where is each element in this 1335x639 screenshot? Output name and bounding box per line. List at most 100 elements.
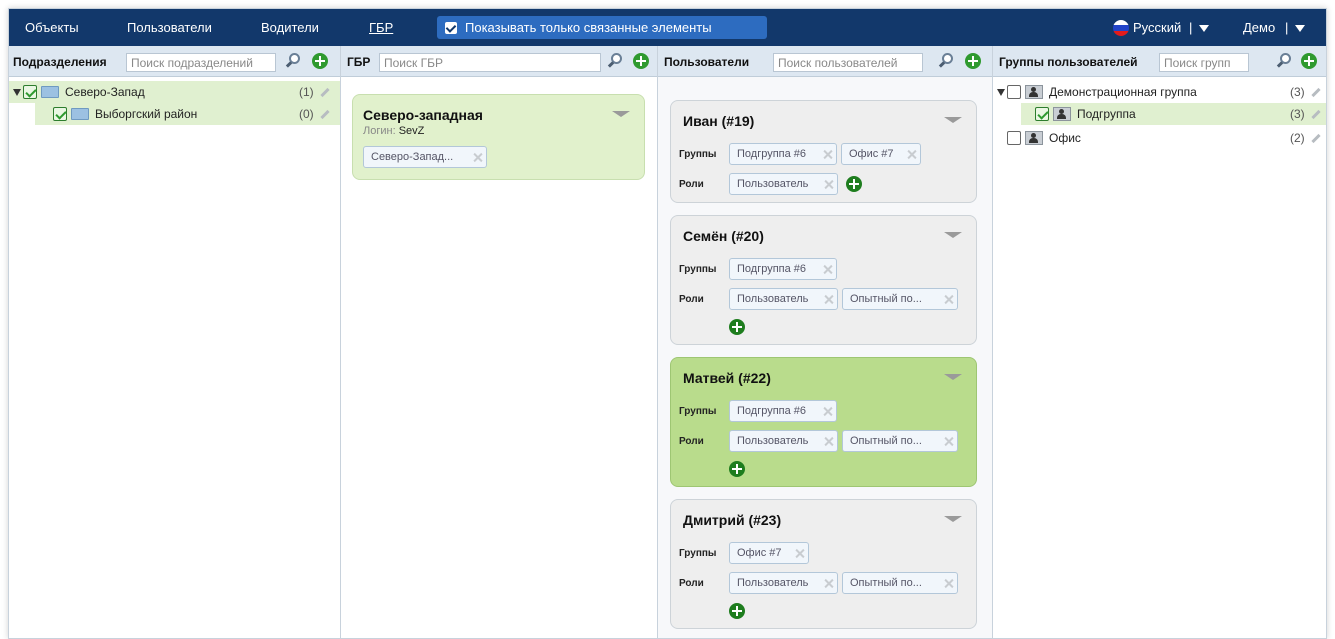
card-menu-caret-icon[interactable]: [612, 111, 630, 117]
add-role-icon[interactable]: [846, 176, 862, 192]
search-icon[interactable]: [938, 53, 954, 69]
card-menu-caret-icon[interactable]: [944, 374, 962, 380]
role-tag[interactable]: Опытный по...: [842, 288, 958, 310]
nav-gbr[interactable]: ГБР: [369, 20, 393, 35]
groups-label: Группы: [679, 548, 717, 559]
checkbox-icon[interactable]: [1007, 131, 1021, 145]
divisions-header: Подразделения: [9, 46, 340, 77]
checkbox-icon[interactable]: [1007, 85, 1021, 99]
language-selector[interactable]: Русский: [1133, 20, 1181, 35]
nav-objects[interactable]: Объекты: [25, 20, 79, 35]
user-card[interactable]: Семён (#20) Группы Подгруппа #6 Роли Пол…: [670, 215, 977, 345]
tag-label: Офис #7: [849, 148, 894, 160]
checkbox-checked-icon[interactable]: [23, 85, 37, 99]
add-role-icon[interactable]: [729, 603, 745, 619]
remove-tag-icon[interactable]: [944, 437, 953, 446]
card-menu-caret-icon[interactable]: [944, 232, 962, 238]
checkbox-checked-icon[interactable]: [53, 107, 67, 121]
edit-pencil-icon[interactable]: [1311, 87, 1321, 98]
edit-pencil-icon[interactable]: [320, 87, 330, 98]
role-tag[interactable]: Опытный по...: [842, 572, 958, 594]
expand-icon[interactable]: [13, 88, 21, 96]
users-title: Пользователи: [664, 55, 750, 69]
users-list: Иван (#19) Группы Подгруппа #6 Офис #7 Р…: [658, 77, 992, 638]
separator: |: [1189, 20, 1193, 35]
divisions-tree: Северо-Запад (1) Выборгский район (0): [9, 77, 340, 638]
edit-pencil-icon[interactable]: [1311, 133, 1321, 144]
tree-item-label: Офис: [1049, 131, 1081, 145]
card-menu-caret-icon[interactable]: [944, 516, 962, 522]
nav-drivers[interactable]: Водители: [261, 20, 319, 35]
user-groups-column: Группы пользователей Демонстрационная гр…: [993, 46, 1326, 638]
edit-pencil-icon[interactable]: [1311, 109, 1321, 120]
user-card-selected[interactable]: Матвей (#22) Группы Подгруппа #6 Роли По…: [670, 357, 977, 487]
divisions-column: Подразделения Северо-Запад (1) Выборгски…: [9, 46, 341, 638]
role-tag[interactable]: Опытный по...: [842, 430, 958, 452]
remove-tag-icon[interactable]: [473, 153, 482, 162]
language-dropdown-icon[interactable]: [1199, 25, 1209, 32]
role-tag[interactable]: Пользователь: [729, 288, 838, 310]
search-icon[interactable]: [607, 53, 623, 69]
add-group-icon[interactable]: [1301, 53, 1317, 69]
role-tag[interactable]: Пользователь: [729, 173, 838, 195]
groups-label: Группы: [679, 149, 717, 160]
group-tag[interactable]: Подгруппа #6: [729, 400, 837, 422]
tree-item-vyborgsky[interactable]: Выборгский район (0): [35, 103, 340, 125]
remove-tag-icon[interactable]: [944, 579, 953, 588]
role-tag[interactable]: Пользователь: [729, 572, 838, 594]
item-count: (0): [299, 107, 314, 121]
remove-tag-icon[interactable]: [824, 437, 833, 446]
remove-tag-icon[interactable]: [824, 295, 833, 304]
nav-users[interactable]: Пользователи: [127, 20, 212, 35]
tree-item-office[interactable]: Офис (2): [993, 127, 1326, 149]
remove-tag-icon[interactable]: [823, 407, 832, 416]
tree-item-demo-group[interactable]: Демонстрационная группа (3): [993, 81, 1326, 103]
user-group-icon: [1053, 107, 1071, 121]
user-groups-header: Группы пользователей: [993, 46, 1326, 77]
checkbox-checked-icon: [445, 21, 457, 34]
related-only-toggle[interactable]: Показывать только связанные элементы: [437, 16, 767, 39]
user-card[interactable]: Дмитрий (#23) Группы Офис #7 Роли Пользо…: [670, 499, 977, 629]
remove-tag-icon[interactable]: [907, 150, 916, 159]
add-division-icon[interactable]: [312, 53, 328, 69]
tag-label: Подгруппа #6: [737, 263, 807, 275]
group-tag[interactable]: Подгруппа #6: [729, 258, 837, 280]
remove-tag-icon[interactable]: [824, 579, 833, 588]
item-count: (3): [1290, 107, 1305, 121]
gbr-search-input[interactable]: [379, 53, 601, 72]
users-search-input[interactable]: [773, 53, 923, 72]
edit-pencil-icon[interactable]: [320, 109, 330, 120]
remove-tag-icon[interactable]: [795, 549, 804, 558]
search-icon[interactable]: [285, 53, 301, 69]
add-user-icon[interactable]: [965, 53, 981, 69]
group-tag[interactable]: Подгруппа #6: [729, 143, 837, 165]
add-role-icon[interactable]: [729, 319, 745, 335]
gbr-card[interactable]: Северо-западная Логин: SevZ Северо-Запад…: [352, 94, 645, 180]
search-icon[interactable]: [1276, 53, 1292, 69]
tree-item-severo-zapad[interactable]: Северо-Запад (1): [9, 81, 340, 103]
expand-icon[interactable]: [997, 88, 1005, 96]
checkbox-checked-icon[interactable]: [1035, 107, 1049, 121]
divisions-search-input[interactable]: [126, 53, 276, 72]
group-tag[interactable]: Офис #7: [841, 143, 921, 165]
remove-tag-icon[interactable]: [823, 150, 832, 159]
remove-tag-icon[interactable]: [823, 265, 832, 274]
user-menu[interactable]: Демо: [1243, 20, 1275, 35]
group-tag[interactable]: Офис #7: [729, 542, 809, 564]
user-groups-search-input[interactable]: [1159, 53, 1249, 72]
remove-tag-icon[interactable]: [944, 295, 953, 304]
tree-item-label: Выборгский район: [95, 107, 198, 121]
role-tag[interactable]: Пользователь: [729, 430, 838, 452]
add-gbr-icon[interactable]: [633, 53, 649, 69]
linked-division-tag[interactable]: Северо-Запад...: [363, 146, 487, 168]
user-card[interactable]: Иван (#19) Группы Подгруппа #6 Офис #7 Р…: [670, 100, 977, 203]
tag-label: Офис #7: [737, 547, 782, 559]
user-dropdown-icon[interactable]: [1295, 25, 1305, 32]
tree-item-subgroup[interactable]: Подгруппа (3): [1021, 103, 1326, 125]
add-role-icon[interactable]: [729, 461, 745, 477]
card-menu-caret-icon[interactable]: [944, 117, 962, 123]
tag-label: Пользователь: [737, 293, 809, 305]
gbr-login: Логин: SevZ: [363, 125, 424, 137]
app-window: Объекты Пользователи Водители ГБР Показы…: [8, 8, 1327, 639]
remove-tag-icon[interactable]: [824, 180, 833, 189]
